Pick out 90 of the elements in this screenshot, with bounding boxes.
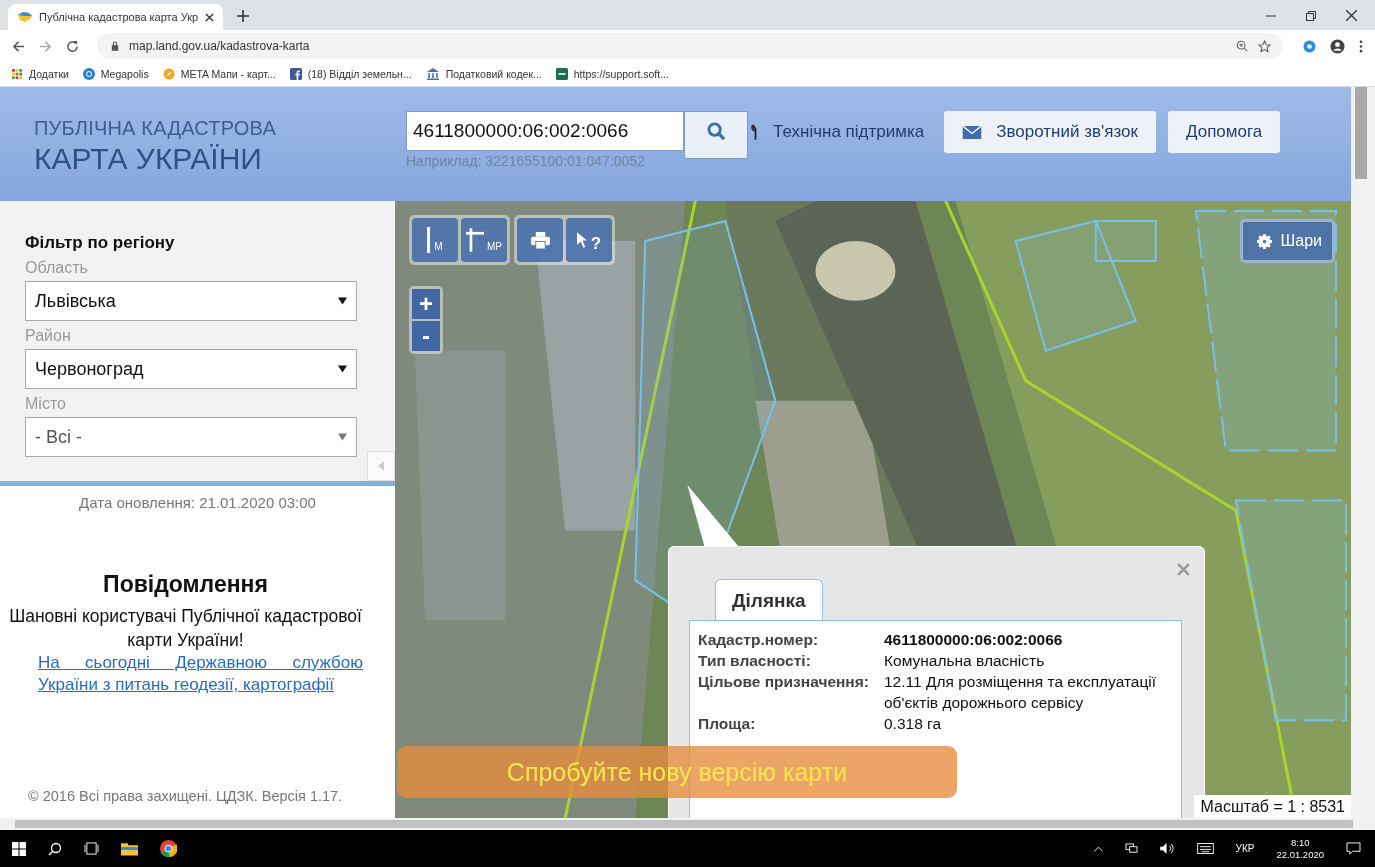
field-value: 12.11 Для розміщення та експлуатації об'єктів дорожнього сервісу	[884, 672, 1158, 713]
clock-date: 22.01.2020	[1276, 848, 1324, 861]
search-field[interactable]: 4611800000:06:002:0066	[406, 111, 684, 151]
filter-label: Район	[25, 327, 72, 345]
scrollbar[interactable]	[0, 818, 1375, 830]
search-icon[interactable]	[48, 841, 62, 856]
task-view-icon[interactable]	[84, 842, 99, 855]
search-hint: Наприклад: 3221655100:01:047:0052	[406, 153, 646, 169]
line-icon	[427, 227, 432, 253]
field-value: 4611800000:06:002:0066	[884, 630, 1064, 650]
scale-label: Масштаб = 1 : 8531	[1194, 795, 1351, 818]
building-icon	[425, 68, 440, 80]
profile-icon[interactable]	[1330, 38, 1345, 54]
compass-icon	[162, 68, 175, 80]
filter-label: Місто	[25, 395, 67, 413]
notice-text: Шановні користувачі Публічної кадастрової карти України!	[8, 605, 363, 652]
star-icon[interactable]	[1258, 39, 1271, 53]
zoom-button[interactable]: -	[412, 321, 440, 351]
restore-icon[interactable]	[1306, 10, 1316, 21]
address-bar[interactable]: map.land.gov.ua/kadastrova-karta	[97, 33, 1283, 59]
language-indicator[interactable]: УКР	[1235, 843, 1255, 854]
field-label: Площа:	[698, 714, 757, 734]
identify-button[interactable]: ?	[566, 218, 612, 262]
layers-button[interactable]: Шари	[1239, 219, 1335, 263]
filter-label: Область	[25, 259, 89, 277]
notice-title: Повідомлення	[102, 571, 269, 598]
header-button[interactable]: Допомога	[1167, 111, 1281, 153]
dropdown-arrow-icon	[338, 433, 347, 441]
crm-icon	[555, 68, 568, 80]
region-dropdown[interactable]: Червоноград	[25, 349, 357, 389]
t-shape-icon	[466, 228, 484, 252]
lock-icon	[111, 41, 119, 51]
apps-icon	[12, 68, 23, 80]
new-tab-icon[interactable]	[237, 10, 249, 22]
notice-link[interactable]: На сьогодні Державною службою України з питань геодезії, картографії	[38, 652, 363, 696]
close-icon[interactable]	[1346, 10, 1357, 21]
dropdown-arrow-icon	[338, 365, 347, 373]
zoom-icon[interactable]	[1236, 40, 1248, 52]
extension-icon[interactable]	[1303, 39, 1316, 53]
clock-time: 8:10	[1290, 836, 1310, 849]
site-title: ПУБЛІЧНА КАДАСТРОВА	[34, 117, 277, 140]
ruler-button[interactable]: М	[412, 218, 458, 262]
popup-tab[interactable]: Ділянка	[715, 579, 823, 620]
region-dropdown[interactable]: Львівська	[25, 281, 357, 321]
pointer-icon	[576, 231, 588, 249]
network-icon[interactable]	[1124, 843, 1138, 854]
print-button[interactable]	[517, 218, 563, 262]
bookmark[interactable]: (18) Відділ земельн...	[289, 68, 412, 80]
map-icon	[17, 11, 33, 23]
bookmark[interactable]: https://support.soft...	[555, 68, 669, 80]
field-label: Цільове призначення:	[698, 672, 870, 692]
field-label: Тип власності:	[698, 651, 812, 671]
search-icon	[706, 122, 726, 141]
copyright-text: © 2016 Всі права захищені. ЦДЗК. Версія 1.17.	[27, 788, 344, 806]
site-title: КАРТА УКРАЇНИ	[34, 142, 263, 176]
notification-icon[interactable]	[1346, 842, 1361, 855]
bookmark[interactable]: Megapolis	[82, 68, 149, 80]
back-icon[interactable]	[12, 39, 25, 53]
field-label: Кадастр.номер:	[698, 630, 820, 650]
bookmark[interactable]: Податковий кодек...	[425, 68, 542, 80]
area-ruler-button[interactable]: МР	[461, 218, 507, 262]
menu-icon[interactable]	[1359, 39, 1363, 53]
keyboard-icon[interactable]	[1196, 843, 1214, 854]
filter-heading: Фільтр по регіону	[25, 233, 176, 253]
scrollbar[interactable]	[1351, 87, 1375, 818]
triangle-left-icon	[378, 461, 384, 471]
printer-icon	[530, 231, 550, 249]
globe-icon	[82, 68, 95, 80]
chrome-icon[interactable]	[160, 840, 177, 857]
header-button[interactable]: Зворотний зв'язок	[944, 111, 1156, 153]
windows-icon[interactable]	[12, 841, 26, 856]
browser-tab[interactable]: Публічна кадастрова карта Укр	[8, 4, 223, 30]
dropdown-arrow-icon	[338, 297, 347, 305]
volume-icon[interactable]	[1159, 843, 1175, 854]
update-date: Дата оновлення: 21.01.2020 03:00	[78, 494, 317, 511]
folder-icon[interactable]	[121, 841, 138, 856]
close-icon[interactable]	[205, 12, 214, 22]
search-button[interactable]	[684, 111, 748, 159]
zoom-button[interactable]: +	[412, 289, 440, 319]
support-link[interactable]: Технічна підтримка	[748, 112, 933, 152]
bookmark[interactable]: Додатки	[12, 68, 69, 80]
reload-icon[interactable]	[66, 39, 79, 53]
envelope-icon	[962, 125, 983, 139]
tab-title: Публічна кадастрова карта Укр	[39, 11, 199, 23]
field-value: Комунальна власність	[884, 651, 1046, 671]
chevron-up-icon[interactable]	[1093, 845, 1103, 852]
facebook-icon	[289, 68, 302, 80]
gear-icon	[1256, 233, 1272, 249]
field-value: 0.318 га	[884, 714, 943, 734]
bookmark[interactable]: META Мапи - карт...	[162, 68, 276, 80]
